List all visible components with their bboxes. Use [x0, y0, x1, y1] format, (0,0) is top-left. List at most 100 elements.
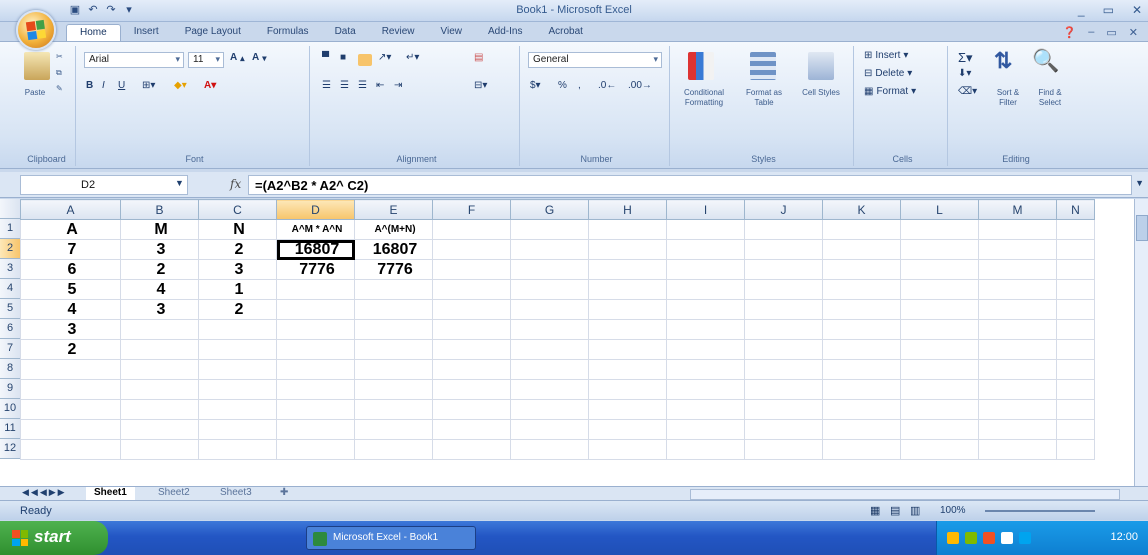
- column-header[interactable]: C: [198, 199, 277, 220]
- row-header[interactable]: 2: [0, 239, 20, 259]
- format-painter-icon[interactable]: ✎: [56, 84, 63, 94]
- delete-cells-button[interactable]: ⊟ Delete ▾: [864, 68, 912, 79]
- fill-icon[interactable]: ⬇▾: [958, 68, 971, 79]
- cell[interactable]: [744, 339, 823, 360]
- row-header[interactable]: 4: [0, 279, 20, 299]
- cell[interactable]: [198, 419, 277, 440]
- cell[interactable]: [900, 299, 979, 320]
- cell-c6[interactable]: [198, 319, 277, 340]
- cell[interactable]: [432, 439, 511, 460]
- font-color-icon[interactable]: A▾: [204, 80, 216, 91]
- page-layout-view-icon[interactable]: ▤: [890, 504, 900, 517]
- cell[interactable]: [666, 239, 745, 260]
- select-all-button[interactable]: [0, 199, 20, 219]
- cell-e5[interactable]: [354, 299, 433, 320]
- cell[interactable]: [432, 279, 511, 300]
- cut-icon[interactable]: ✂: [56, 52, 63, 62]
- cell[interactable]: [900, 279, 979, 300]
- row-header[interactable]: 10: [0, 399, 20, 419]
- cell[interactable]: [276, 419, 355, 440]
- cell[interactable]: [432, 219, 511, 240]
- cell[interactable]: [822, 279, 901, 300]
- cell-a7[interactable]: 2: [20, 339, 121, 360]
- cell-a1[interactable]: A: [20, 219, 121, 240]
- cell[interactable]: [744, 239, 823, 260]
- cell-e4[interactable]: [354, 279, 433, 300]
- office-button[interactable]: [16, 10, 56, 50]
- cell[interactable]: [588, 339, 667, 360]
- font-name-combo[interactable]: Arial: [84, 52, 184, 68]
- row-header[interactable]: 7: [0, 339, 20, 359]
- cell[interactable]: [510, 279, 589, 300]
- expand-formula-bar-icon[interactable]: ▼: [1135, 178, 1144, 188]
- cell[interactable]: [1056, 359, 1095, 380]
- cell-c1[interactable]: N: [198, 219, 277, 240]
- cell[interactable]: [588, 239, 667, 260]
- shrink-font-icon[interactable]: A ▾: [252, 52, 266, 63]
- cell[interactable]: [822, 379, 901, 400]
- cell[interactable]: [822, 239, 901, 260]
- cell[interactable]: [744, 439, 823, 460]
- cell[interactable]: [432, 399, 511, 420]
- start-button[interactable]: start: [0, 521, 108, 555]
- cell[interactable]: [120, 359, 199, 380]
- cell-c3[interactable]: 3: [198, 259, 277, 280]
- cell[interactable]: [120, 379, 199, 400]
- tab-view[interactable]: View: [427, 24, 475, 41]
- cell[interactable]: [354, 419, 433, 440]
- formula-input[interactable]: =(A2^B2 * A2^ C2): [248, 175, 1132, 195]
- sheet-tab-sheet1[interactable]: Sheet1: [86, 487, 135, 501]
- autosum-icon[interactable]: Σ▾: [958, 50, 973, 66]
- cell-b4[interactable]: 4: [120, 279, 199, 300]
- cell[interactable]: [432, 299, 511, 320]
- cell[interactable]: [1056, 299, 1095, 320]
- sort-filter-button[interactable]: Sort & Filter: [988, 88, 1028, 108]
- cell[interactable]: [900, 339, 979, 360]
- cell-a4[interactable]: 5: [20, 279, 121, 300]
- tray-icon[interactable]: [965, 532, 977, 544]
- cell[interactable]: [744, 399, 823, 420]
- cell[interactable]: [978, 379, 1057, 400]
- format-as-table-button[interactable]: Format as Table: [736, 88, 792, 108]
- cell[interactable]: [822, 439, 901, 460]
- cell[interactable]: [978, 299, 1057, 320]
- align-left-icon[interactable]: ☰: [322, 80, 331, 91]
- column-header[interactable]: E: [354, 199, 433, 220]
- comma-icon[interactable]: ,: [578, 80, 581, 91]
- cell-d6[interactable]: [276, 319, 355, 340]
- tray-icon[interactable]: [1019, 532, 1031, 544]
- sheet-tab-sheet2[interactable]: Sheet2: [150, 487, 198, 501]
- cell-b5[interactable]: 3: [120, 299, 199, 320]
- cell[interactable]: [20, 439, 121, 460]
- sheet-tab-sheet3[interactable]: Sheet3: [212, 487, 260, 501]
- clear-icon[interactable]: ⌫▾: [958, 86, 977, 97]
- cell[interactable]: [978, 259, 1057, 280]
- tray-icon[interactable]: [947, 532, 959, 544]
- cell-e7[interactable]: [354, 339, 433, 360]
- conditional-formatting-button[interactable]: Conditional Formatting: [674, 88, 734, 108]
- cell-b1[interactable]: M: [120, 219, 199, 240]
- cell[interactable]: [198, 379, 277, 400]
- cell[interactable]: [666, 219, 745, 240]
- column-header[interactable]: N: [1056, 199, 1095, 220]
- cell[interactable]: [900, 419, 979, 440]
- cell[interactable]: [354, 379, 433, 400]
- cell-c7[interactable]: [198, 339, 277, 360]
- cell-b6[interactable]: [120, 319, 199, 340]
- insert-cells-button[interactable]: ⊞ Insert ▾: [864, 50, 908, 61]
- cell[interactable]: [276, 399, 355, 420]
- cell[interactable]: [1056, 319, 1095, 340]
- cell-d3[interactable]: 7776: [276, 259, 355, 280]
- cell[interactable]: [588, 379, 667, 400]
- conditional-formatting-icon[interactable]: [688, 52, 714, 80]
- maximize-button[interactable]: ▭: [1103, 3, 1114, 17]
- cell[interactable]: [120, 419, 199, 440]
- cell[interactable]: [666, 379, 745, 400]
- cell[interactable]: [588, 219, 667, 240]
- column-header[interactable]: A: [20, 199, 121, 220]
- cell-c5[interactable]: 2: [198, 299, 277, 320]
- cell[interactable]: [900, 379, 979, 400]
- cell[interactable]: [588, 319, 667, 340]
- grow-font-icon[interactable]: A ▴: [230, 52, 244, 63]
- cell[interactable]: [510, 259, 589, 280]
